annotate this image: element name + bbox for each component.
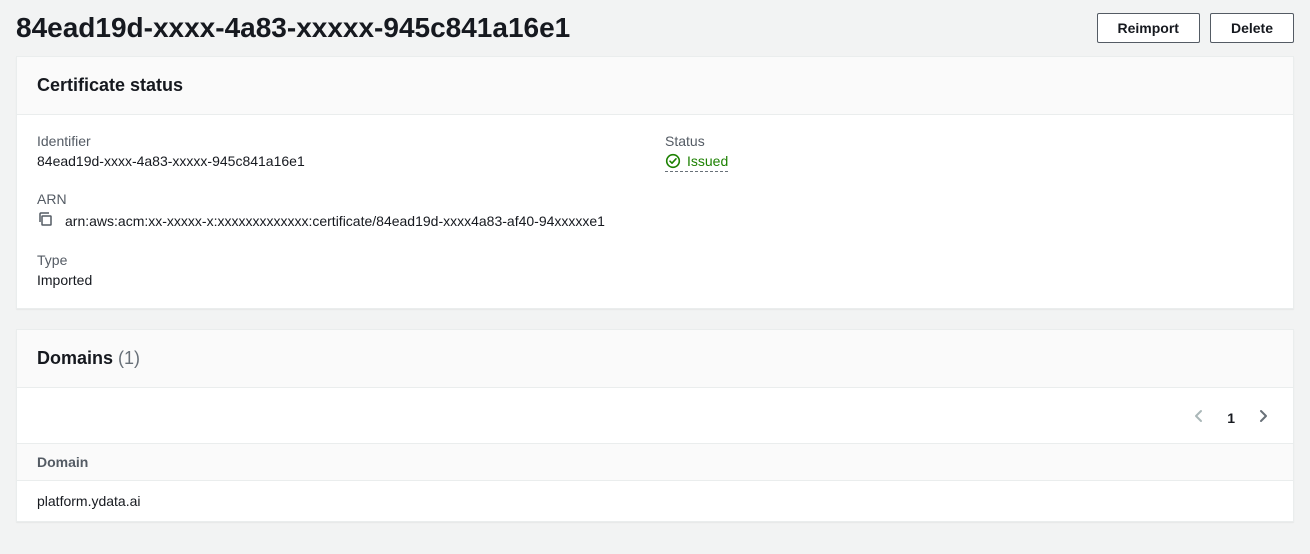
certificate-status-header: Certificate status [17, 57, 1293, 115]
certificate-status-panel: Certificate status Identifier 84ead19d-x… [16, 56, 1294, 309]
chevron-left-icon [1191, 408, 1207, 427]
copy-icon [37, 211, 53, 230]
status-field: Status Issued [665, 133, 1273, 172]
delete-button[interactable]: Delete [1210, 13, 1294, 43]
domain-cell: platform.ydata.ai [37, 493, 141, 509]
reimport-button[interactable]: Reimport [1097, 13, 1200, 43]
header-actions: Reimport Delete [1097, 13, 1294, 43]
status-badge: Issued [665, 153, 728, 172]
pagination: 1 [17, 388, 1293, 443]
domains-header: Domains (1) [17, 330, 1293, 388]
page-number: 1 [1227, 410, 1235, 426]
arn-field: ARN arn:aws:acm:xx-xxxxx-x:xxxxxxxxxxxxx… [37, 191, 645, 230]
identifier-value: 84ead19d-xxxx-4a83-xxxxx-945c841a16e1 [37, 153, 645, 169]
certificate-status-body: Identifier 84ead19d-xxxx-4a83-xxxxx-945c… [17, 115, 1293, 308]
type-field: Type Imported [37, 252, 645, 288]
check-circle-icon [665, 153, 681, 169]
prev-page-button[interactable] [1189, 406, 1209, 429]
copy-arn-button[interactable] [37, 211, 53, 230]
domains-panel: Domains (1) 1 Domain platform.ydata.ai [16, 329, 1294, 522]
status-label: Status [665, 133, 1273, 149]
identifier-label: Identifier [37, 133, 645, 149]
arn-value: arn:aws:acm:xx-xxxxx-x:xxxxxxxxxxxxx:cer… [65, 213, 605, 229]
domain-column-header: Domain [17, 443, 1293, 481]
status-value: Issued [687, 153, 728, 169]
domains-count: (1) [118, 348, 140, 368]
chevron-right-icon [1255, 408, 1271, 427]
table-row: platform.ydata.ai [17, 481, 1293, 521]
certificate-status-title: Certificate status [37, 75, 1273, 96]
arn-label: ARN [37, 191, 645, 207]
next-page-button[interactable] [1253, 406, 1273, 429]
page-title: 84ead19d-xxxx-4a83-xxxxx-945c841a16e1 [16, 12, 570, 44]
page-header: 84ead19d-xxxx-4a83-xxxxx-945c841a16e1 Re… [16, 12, 1294, 44]
type-value: Imported [37, 272, 645, 288]
domains-title: Domains [37, 348, 113, 368]
identifier-field: Identifier 84ead19d-xxxx-4a83-xxxxx-945c… [37, 133, 645, 169]
type-label: Type [37, 252, 645, 268]
